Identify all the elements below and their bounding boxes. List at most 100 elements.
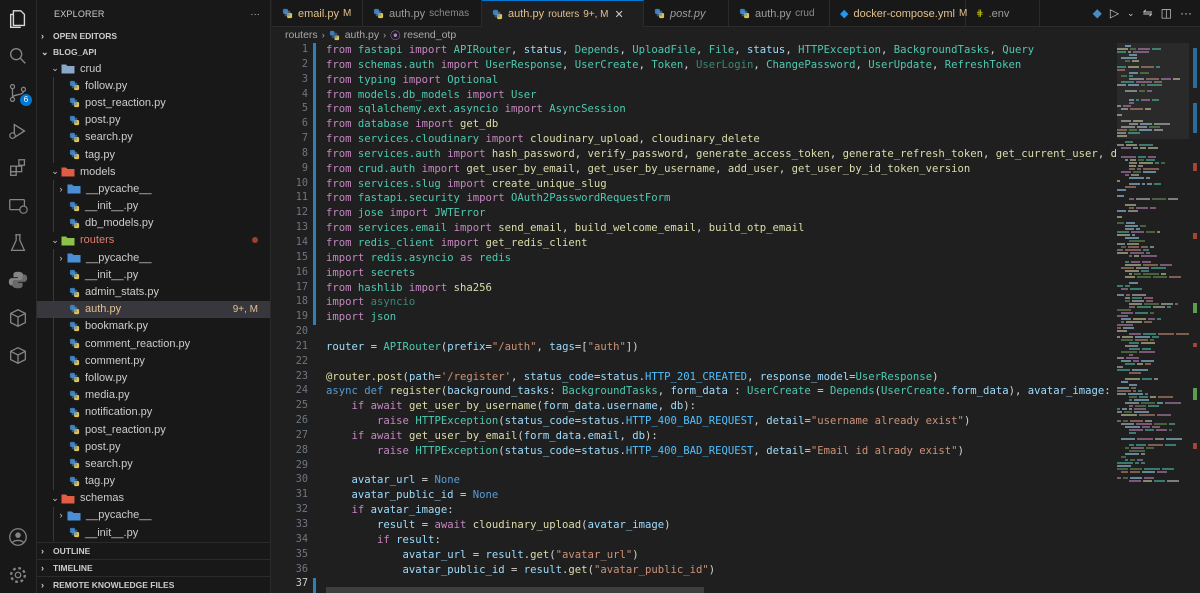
file-item[interactable]: post_reaction.py (37, 420, 270, 439)
python-run-icon[interactable]: ◆ (1093, 6, 1102, 20)
search-icon[interactable] (7, 45, 29, 67)
horizontal-scrollbar[interactable] (326, 587, 704, 593)
folder-item[interactable]: ⌄ models (37, 163, 270, 180)
code-line[interactable] (326, 325, 1116, 340)
code-line[interactable]: if result: (326, 533, 1116, 548)
code-line[interactable]: from hashlib import sha256 (326, 281, 1116, 296)
file-item[interactable]: tag.py (37, 472, 270, 490)
testing-icon[interactable] (7, 232, 29, 254)
python-icon[interactable] (7, 269, 29, 291)
code-line[interactable]: from redis_client import get_redis_clien… (326, 236, 1116, 251)
code-line[interactable]: @router.post(path='/register', status_co… (326, 370, 1116, 385)
file-item[interactable]: auth.py 9+, M (37, 300, 270, 318)
close-tab-icon[interactable]: ✕ (615, 8, 624, 21)
folder-item[interactable]: › __pycache__ (37, 180, 270, 198)
breadcrumb-symbol[interactable]: resend_otp (404, 29, 457, 41)
run-debug-icon[interactable] (7, 120, 29, 142)
code-line[interactable]: import asyncio (326, 295, 1116, 310)
code-line[interactable]: router = APIRouter(prefix="/auth", tags=… (326, 340, 1116, 355)
settings-icon[interactable] (7, 564, 29, 586)
folder-item[interactable]: › __pycache__ (37, 249, 270, 267)
code-line[interactable]: if await get_user_by_email(form_data.ema… (326, 429, 1116, 444)
remote-files-section[interactable]: › REMOTE KNOWLEDGE FILES (37, 576, 270, 593)
code-line[interactable]: import json (326, 310, 1116, 325)
code-line[interactable] (326, 459, 1116, 474)
file-item[interactable]: follow.py (37, 369, 270, 387)
editor-tab[interactable]: ◆ docker-compose.yml M (830, 0, 967, 27)
breadcrumb-file[interactable]: auth.py (345, 29, 379, 41)
code-line[interactable]: from fastapi.security import OAuth2Passw… (326, 191, 1116, 206)
account-icon[interactable] (7, 526, 29, 548)
code-line[interactable]: import secrets (326, 266, 1116, 281)
code-line[interactable] (326, 355, 1116, 370)
code-line[interactable]: import redis.asyncio as redis (326, 251, 1116, 266)
code-line[interactable]: from fastapi import APIRouter, status, D… (326, 43, 1116, 58)
code-line[interactable]: avatar_public_id = result.get("avatar_pu… (326, 563, 1116, 578)
project-section[interactable]: ⌄ BLOG_API (37, 44, 270, 60)
explorer-icon[interactable] (7, 8, 29, 30)
code-line[interactable]: if await get_user_by_username(form_data.… (326, 399, 1116, 414)
editor-tab[interactable]: auth.py crud (729, 0, 830, 27)
code-line[interactable]: from services.auth import hash_password,… (326, 147, 1116, 162)
folder-item[interactable]: ⌄ schemas (37, 490, 270, 507)
code-line[interactable]: from typing import Optional (326, 73, 1116, 88)
more-actions-button[interactable]: ··· (250, 9, 260, 19)
remote-explorer-icon[interactable] (7, 195, 29, 217)
file-item[interactable]: notification.py (37, 403, 270, 421)
compare-changes-icon[interactable]: ⇋ (1143, 6, 1153, 20)
file-item[interactable]: search.py (37, 128, 270, 146)
code-lines[interactable]: from fastapi import APIRouter, status, D… (326, 43, 1116, 592)
code-line[interactable]: from services.email import send_email, b… (326, 221, 1116, 236)
file-item[interactable]: comment_reaction.py (37, 335, 270, 353)
code-line[interactable]: result = await cloudinary_upload(avatar_… (326, 518, 1116, 533)
code-line[interactable]: from crud.auth import get_user_by_email,… (326, 162, 1116, 177)
code-line[interactable]: from jose import JWTError (326, 206, 1116, 221)
code-line[interactable]: from services.slug import create_unique_… (326, 177, 1116, 192)
breadcrumb-folder[interactable]: routers (285, 29, 318, 41)
minimap[interactable] (1117, 43, 1189, 593)
folder-item[interactable]: ⌄ routers (37, 232, 270, 249)
folder-item[interactable]: ⌄ crud (37, 60, 270, 77)
file-item[interactable]: bookmark.py (37, 317, 270, 335)
editor-tab[interactable]: post.py (644, 0, 729, 27)
editor-tab[interactable]: auth.py schemas (363, 0, 482, 27)
file-item[interactable]: comment.py (37, 352, 270, 370)
code-line[interactable]: from database import get_db (326, 117, 1116, 132)
code-editor[interactable]: 1 2 3 4 5 6 7 8 9 10 11 12 13 14 15 16 17 18 19 20 21 22 23 24 2… (272, 43, 1200, 593)
code-line[interactable]: avatar_url = None (326, 473, 1116, 488)
file-item[interactable]: __init__.py (37, 197, 270, 215)
code-line[interactable]: raise HTTPException(status_code=status.H… (326, 414, 1116, 429)
code-line[interactable]: avatar_public_id = None (326, 488, 1116, 503)
database-icon[interactable] (7, 307, 29, 329)
code-line[interactable]: if avatar_image: (326, 503, 1116, 518)
code-line[interactable]: from services.cloudinary import cloudina… (326, 132, 1116, 147)
code-line[interactable]: raise HTTPException(status_code=status.H… (326, 444, 1116, 459)
code-line[interactable]: from models.db_models import User (326, 88, 1116, 103)
folder-item[interactable]: › __pycache__ (37, 506, 270, 525)
vertical-scrollbar[interactable] (1190, 43, 1200, 593)
file-item[interactable]: post_reaction.py (37, 94, 270, 112)
file-item[interactable]: search.py (37, 455, 270, 473)
code-line[interactable]: avatar_url = result.get("avatar_url") (326, 548, 1116, 563)
file-item[interactable]: tag.py (37, 145, 270, 164)
file-item[interactable]: post.py (37, 111, 270, 129)
more-actions-icon[interactable]: ··· (1180, 6, 1192, 20)
file-item[interactable]: media.py (37, 386, 270, 404)
file-item[interactable]: post.py (37, 438, 270, 456)
code-line[interactable]: async def register(background_tasks: Bac… (326, 384, 1116, 399)
outline-section[interactable]: › OUTLINE (37, 542, 270, 559)
package-icon[interactable] (7, 344, 29, 366)
file-item[interactable]: admin_stats.py (37, 283, 270, 301)
editor-tab[interactable]: ⋕ .env (966, 0, 1040, 27)
chevron-down-icon[interactable]: ⌄ (1127, 8, 1135, 19)
run-file-icon[interactable]: ▷ (1110, 6, 1119, 20)
extensions-icon[interactable] (7, 157, 29, 179)
editor-tab[interactable]: email.py M (272, 0, 363, 27)
split-editor-icon[interactable]: ◫ (1161, 6, 1172, 20)
file-item[interactable]: __init__.py (37, 524, 270, 542)
file-item[interactable]: follow.py (37, 77, 270, 95)
open-editors-section[interactable]: › OPEN EDITORS (37, 28, 270, 44)
timeline-section[interactable]: › TIMELINE (37, 559, 270, 576)
code-line[interactable]: from sqlalchemy.ext.asyncio import Async… (326, 102, 1116, 117)
editor-tab[interactable]: auth.py routers 9+, M ✕ (482, 0, 644, 27)
